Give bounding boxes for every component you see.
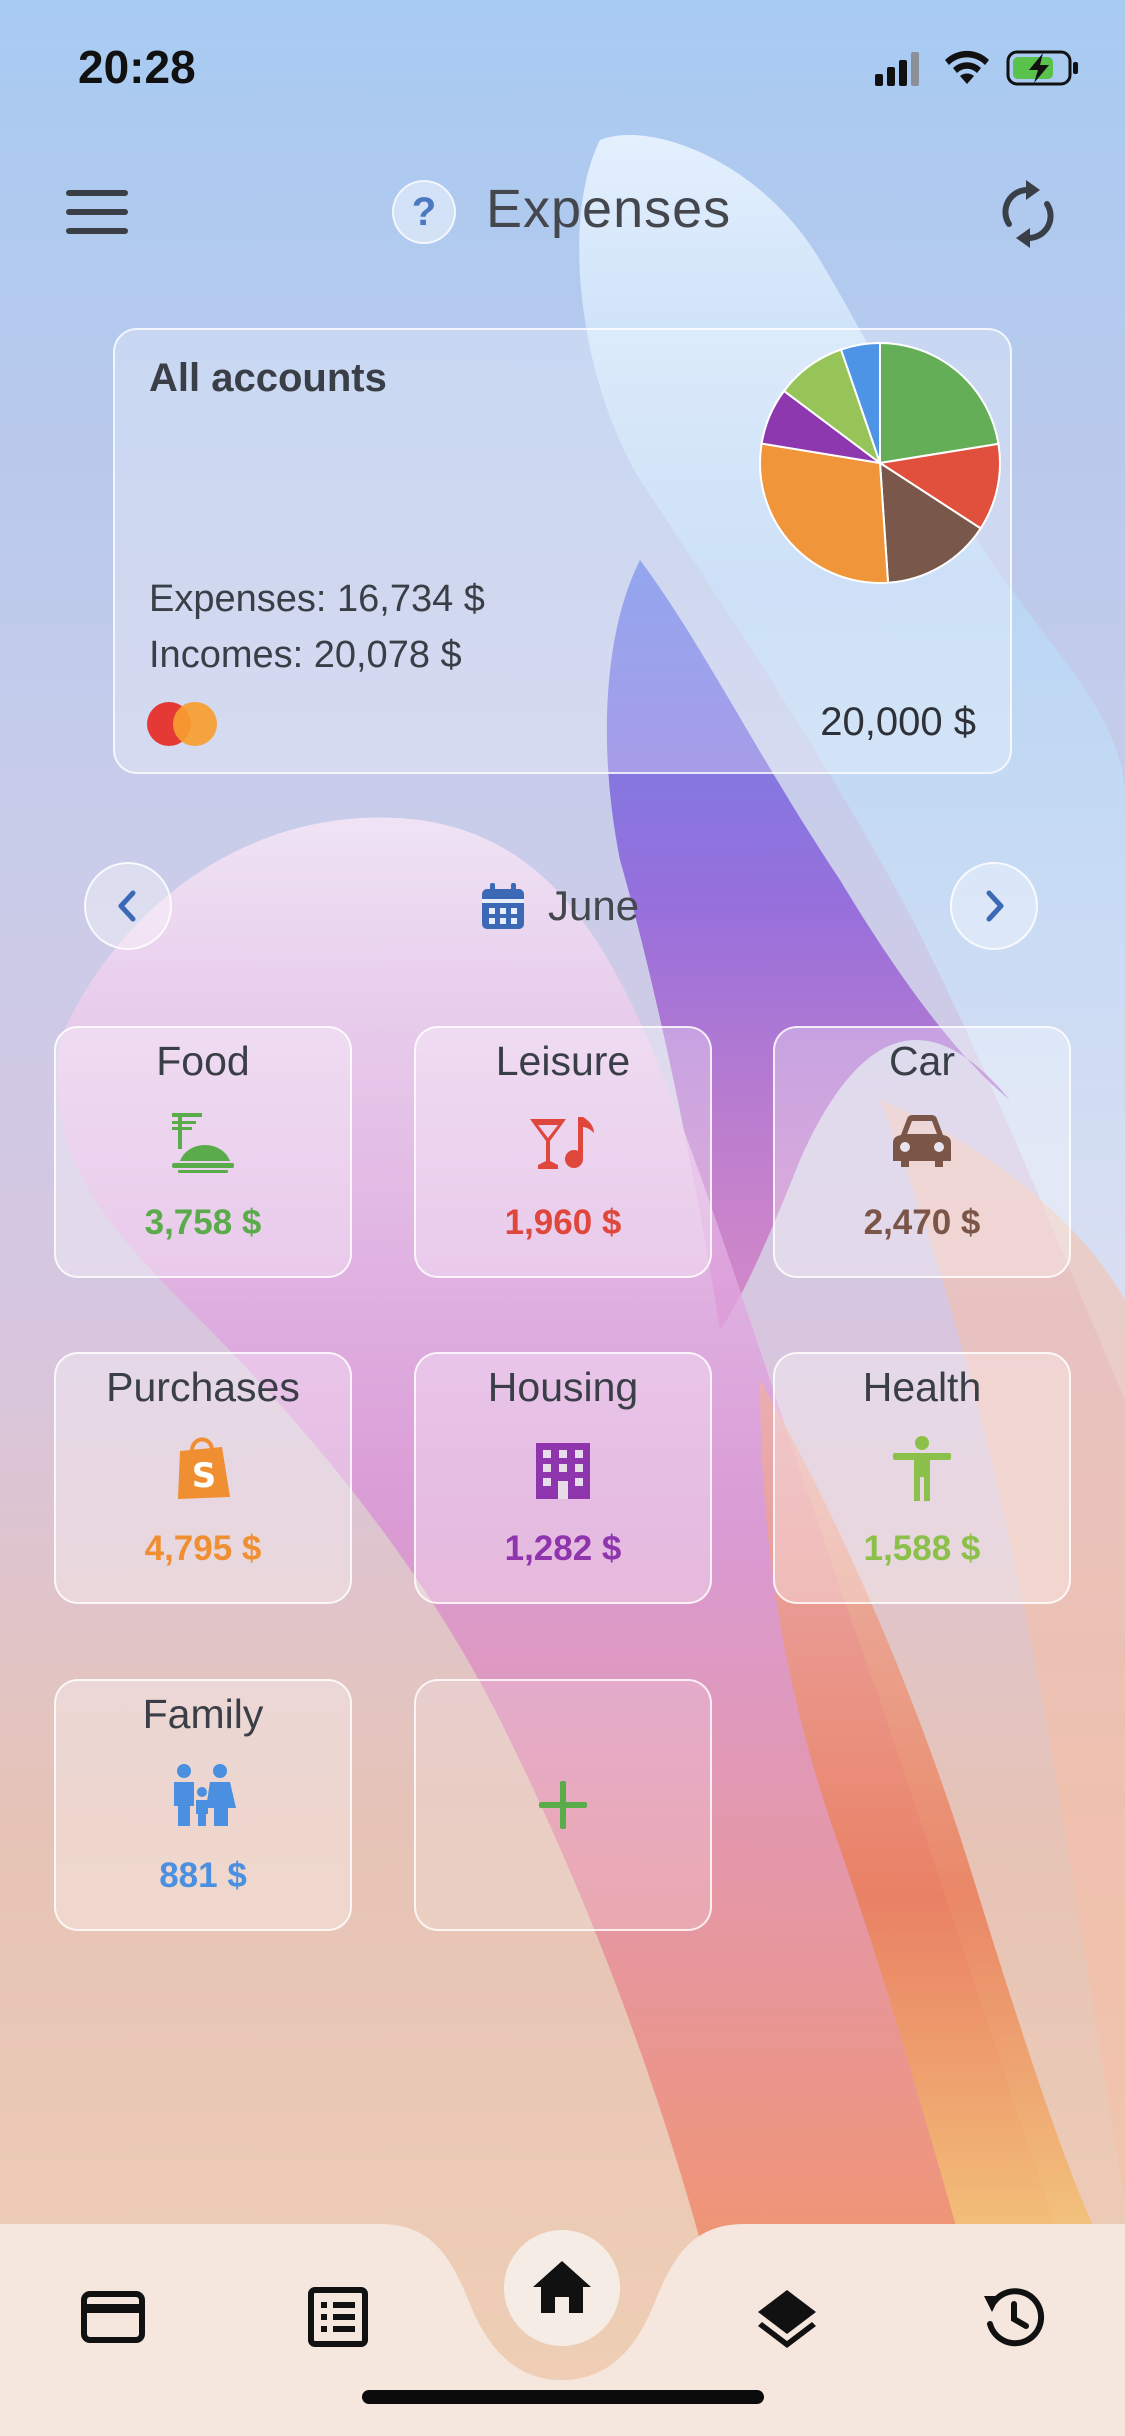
- help-button[interactable]: ?: [392, 180, 456, 244]
- category-amount: 4,795 $: [144, 1529, 262, 1568]
- category-amount: 3,758 $: [144, 1203, 262, 1242]
- dinner-plate-icon: [172, 1113, 234, 1173]
- menu-button[interactable]: [66, 186, 128, 238]
- list-icon[interactable]: [305, 2284, 371, 2350]
- category-tile-family[interactable]: Family 881 $: [54, 1679, 352, 1931]
- category-tile-car[interactable]: Car 2,470 $: [773, 1026, 1071, 1278]
- plus-icon: [539, 1781, 587, 1829]
- account-summary-card[interactable]: All accounts Expenses: 16,734 $ Incomes:…: [113, 328, 1012, 774]
- card-icon[interactable]: [80, 2284, 146, 2350]
- category-amount: 1,282 $: [504, 1529, 622, 1568]
- pie-slice-food: [879, 341, 1000, 465]
- hamburger-menu-icon: [66, 190, 128, 196]
- status-indicators: [875, 50, 1078, 86]
- svg-text:S: S: [192, 1456, 217, 1496]
- chevron-left-icon: [118, 890, 136, 922]
- month-label: June: [548, 882, 640, 929]
- expense-pie-chart: [759, 341, 1001, 584]
- car-icon: [893, 1115, 951, 1167]
- month-selector[interactable]: June: [480, 876, 639, 936]
- history-icon[interactable]: [980, 2284, 1046, 2350]
- category-tile-housing[interactable]: Housing 1,282 $: [414, 1352, 712, 1604]
- account-title: All accounts: [149, 356, 387, 400]
- category-amount: 2,470 $: [863, 1203, 981, 1242]
- previous-month-button[interactable]: [84, 862, 172, 950]
- add-category-button[interactable]: [414, 1679, 712, 1931]
- category-name: Family: [142, 1691, 264, 1737]
- category-amount: 1,588 $: [863, 1529, 981, 1568]
- category-tile-purchases[interactable]: Purchases S 4,795 $: [54, 1352, 352, 1604]
- category-amount: 881 $: [159, 1856, 247, 1895]
- category-tile-leisure[interactable]: Leisure 1,960 $: [414, 1026, 712, 1278]
- category-amount: 1,960 $: [504, 1203, 622, 1242]
- category-name: Car: [888, 1038, 956, 1084]
- wifi-icon: [945, 50, 989, 84]
- pie-slice-purchases: [759, 442, 890, 584]
- category-tile-food[interactable]: Food 3,758 $: [54, 1026, 352, 1278]
- category-name: Purchases: [106, 1364, 300, 1410]
- category-tile-health[interactable]: Health 1,588 $: [773, 1352, 1071, 1604]
- calendar-icon: [482, 883, 524, 929]
- home-indicator: [362, 2390, 764, 2404]
- category-name: Health: [862, 1364, 982, 1410]
- page-title: Expenses: [486, 179, 732, 239]
- apartment-building-icon: [536, 1443, 590, 1499]
- status-time: 20:28: [78, 41, 196, 93]
- family-icon: [174, 1764, 236, 1826]
- home-icon[interactable]: [529, 2255, 595, 2321]
- layers-icon[interactable]: [754, 2284, 820, 2350]
- expenses-total: Expenses: 16,734 $: [149, 578, 485, 620]
- cocktail-music-icon: [530, 1117, 594, 1169]
- refresh-icon[interactable]: [996, 180, 1060, 248]
- account-balance: 20,000 $: [820, 700, 976, 744]
- incomes-total: Incomes: 20,078 $: [149, 634, 462, 676]
- person-accessibility-icon: [893, 1436, 951, 1501]
- category-name: Food: [156, 1038, 250, 1084]
- chevron-right-icon: [986, 890, 1004, 922]
- battery-charging-icon: [1006, 50, 1078, 86]
- category-name: Leisure: [495, 1038, 631, 1084]
- category-name: Housing: [487, 1364, 639, 1410]
- shopping-bag-icon: S: [178, 1437, 230, 1499]
- cellular-signal-icon: [875, 52, 919, 86]
- next-month-button[interactable]: [950, 862, 1038, 950]
- mastercard-logo-icon: [147, 702, 219, 746]
